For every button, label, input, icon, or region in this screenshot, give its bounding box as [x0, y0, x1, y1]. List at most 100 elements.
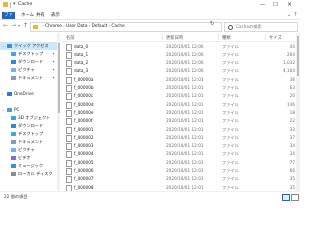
- file-type: ファイル: [222, 93, 239, 99]
- column-header-name[interactable]: 名前: [66, 35, 75, 41]
- nav-item-label: ドキュメント: [18, 139, 44, 144]
- file-type: ファイル: [222, 76, 239, 82]
- file-type: ファイル: [222, 184, 239, 190]
- file-size: 18: [289, 109, 295, 115]
- nav-item-documents[interactable]: ドキュメント ✦: [0, 74, 60, 82]
- close-button[interactable]: ✕: [284, 0, 295, 10]
- file-row[interactable]: f_000005 2020/10/01 12:01 ファイル 77: [62, 158, 296, 167]
- file-row[interactable]: data_0 2020/10/01 12:06 ファイル 44: [62, 42, 296, 51]
- breadcrumb-item[interactable]: Default: [92, 24, 108, 29]
- nav-item-videos[interactable]: ビデオ: [0, 154, 60, 162]
- documents-icon: [11, 76, 16, 80]
- file-row[interactable]: f_000003 2020/10/01 12:01 ファイル 34: [62, 142, 296, 151]
- file-row[interactable]: f_00000e 2020/10/01 12:01 ファイル 18: [62, 108, 296, 117]
- nav-item-downloads[interactable]: ダウンロード ✦: [0, 58, 60, 66]
- nav-item-documents-pc[interactable]: ドキュメント: [0, 138, 60, 146]
- chevron-down-icon[interactable]: ⌄: [2, 106, 5, 114]
- nav-item-desktop[interactable]: デスクトップ ✦: [0, 50, 60, 58]
- column-divider[interactable]: [162, 34, 163, 40]
- maximize-button[interactable]: ☐: [270, 0, 281, 10]
- file-date: 2020/10/01 12:01: [166, 168, 204, 173]
- file-row[interactable]: f_00000d 2020/10/01 12:01 ファイル 146: [62, 100, 296, 109]
- nav-item-pictures-pc[interactable]: ピクチャ: [0, 146, 60, 154]
- file-date: 2020/10/01 12:01: [166, 134, 204, 140]
- refresh-button[interactable]: ↻: [210, 21, 215, 27]
- file-row[interactable]: f_000001 2020/10/01 12:01 ファイル 33: [62, 125, 296, 134]
- search-input[interactable]: Cacheの検索: [224, 22, 298, 32]
- onedrive-icon: [7, 92, 12, 96]
- breadcrumb-item[interactable]: Chrome: [45, 24, 62, 29]
- nav-item-desktop-pc[interactable]: デスクトップ: [0, 130, 60, 138]
- file-type: ファイル: [222, 118, 239, 124]
- nav-item-label: ダウンロード: [18, 123, 44, 128]
- nav-item-music[interactable]: ミュージック: [0, 162, 60, 170]
- file-row[interactable]: f_000002 2020/10/01 12:01 ファイル 37: [62, 133, 296, 142]
- file-name: f_000001: [74, 126, 94, 132]
- nav-item-pc[interactable]: ⌄ PC: [0, 106, 60, 114]
- file-size: 63: [289, 85, 295, 90]
- nav-item-3d-objects[interactable]: 3D オブジェクト: [0, 114, 60, 122]
- nav-item-label: PC: [14, 107, 20, 112]
- file-date: 2020/10/01 12:01: [166, 85, 204, 90]
- file-size: 36: [289, 76, 295, 82]
- up-button[interactable]: ↑: [23, 22, 28, 30]
- nav-item-label: ローカル ディスク: [18, 171, 53, 176]
- quick-access-toolbar-dropdown[interactable]: ▾: [13, 1, 16, 7]
- back-button[interactable]: ←: [3, 22, 8, 30]
- column-header-date[interactable]: 更新日時: [166, 35, 183, 41]
- file-row[interactable]: data_3 2020/10/01 12:06 ファイル 4,104: [62, 67, 296, 76]
- file-row[interactable]: f_000004 2020/10/01 12:01 ファイル 34: [62, 150, 296, 159]
- file-type: ファイル: [222, 143, 239, 149]
- column-divider[interactable]: [265, 34, 266, 40]
- large-icons-view-button[interactable]: [291, 194, 299, 201]
- details-view-button[interactable]: [282, 194, 290, 201]
- file-row[interactable]: f_000006 2020/10/01 12:01 ファイル 66: [62, 167, 296, 175]
- file-row[interactable]: f_000008 2020/10/01 12:01 ファイル 35: [62, 183, 296, 191]
- folder-icon: [3, 2, 8, 7]
- chevron-right-icon[interactable]: ›: [2, 90, 3, 98]
- nav-item-onedrive[interactable]: › OneDrive: [0, 90, 60, 98]
- file-size: 22: [289, 118, 295, 124]
- tab-view[interactable]: 表示: [51, 12, 60, 19]
- file-list-scrollbar[interactable]: [296, 33, 300, 191]
- recent-locations-dropdown[interactable]: ▾: [18, 22, 20, 30]
- tab-home[interactable]: ホーム: [21, 12, 34, 19]
- scrollbar-thumb[interactable]: [57, 43, 60, 113]
- forward-button[interactable]: →: [11, 22, 16, 30]
- column-divider[interactable]: [218, 34, 219, 40]
- minimize-button[interactable]: —: [257, 0, 268, 10]
- file-row[interactable]: f_00000a 2020/10/01 12:01 ファイル 36: [62, 75, 296, 84]
- expand-ribbon-button[interactable]: ⌄: [287, 12, 291, 18]
- nav-item-pictures[interactable]: ピクチャ ✦: [0, 66, 60, 74]
- tab-share[interactable]: 共有: [36, 12, 45, 19]
- file-type: ファイル: [222, 43, 239, 49]
- nav-item-quick-access[interactable]: ⌄ クイック アクセス: [0, 42, 60, 50]
- address-bar[interactable]: ›Chrome›User Data›Default›Cache ⌄: [30, 22, 235, 32]
- nav-item-downloads-pc[interactable]: ダウンロード: [0, 122, 60, 130]
- file-row[interactable]: data_1 2020/10/01 12:06 ファイル 264: [62, 50, 296, 59]
- column-header-size[interactable]: サイズ: [269, 35, 282, 41]
- column-header-type[interactable]: 種類: [222, 35, 231, 41]
- file-type: ファイル: [222, 60, 239, 66]
- desktop-icon: [11, 52, 16, 56]
- breadcrumb-item[interactable]: User Data: [66, 24, 87, 29]
- tab-file[interactable]: ファイル: [2, 12, 15, 25]
- file-row[interactable]: f_00000b 2020/10/01 12:01 ファイル 63: [62, 84, 296, 92]
- nav-item-local-disk[interactable]: ローカル ディスク: [0, 170, 60, 178]
- file-name: f_000002: [74, 134, 94, 140]
- folder-icon: [33, 24, 38, 29]
- help-button[interactable]: ?: [294, 12, 297, 18]
- file-name: data_3: [74, 68, 89, 74]
- file-type: ファイル: [222, 151, 239, 157]
- file-row[interactable]: data_2 2020/10/01 12:06 ファイル 1,032: [62, 59, 296, 68]
- file-row[interactable]: f_00000c 2020/10/01 12:01 ファイル 20: [62, 92, 296, 101]
- file-row[interactable]: f_000007 2020/10/01 12:01 ファイル 35: [62, 175, 296, 184]
- file-row[interactable]: f_00000f 2020/10/01 12:01 ファイル 22: [62, 117, 296, 126]
- file-name: f_00000f: [74, 118, 93, 124]
- breadcrumb-item[interactable]: Cache: [111, 24, 124, 29]
- file-size: 35: [289, 176, 295, 182]
- navigation-scrollbar[interactable]: [57, 33, 60, 191]
- file-date: 2020/10/01 12:01: [166, 93, 204, 99]
- scrollbar-thumb[interactable]: [296, 36, 300, 76]
- chevron-down-icon[interactable]: ⌄: [2, 42, 5, 50]
